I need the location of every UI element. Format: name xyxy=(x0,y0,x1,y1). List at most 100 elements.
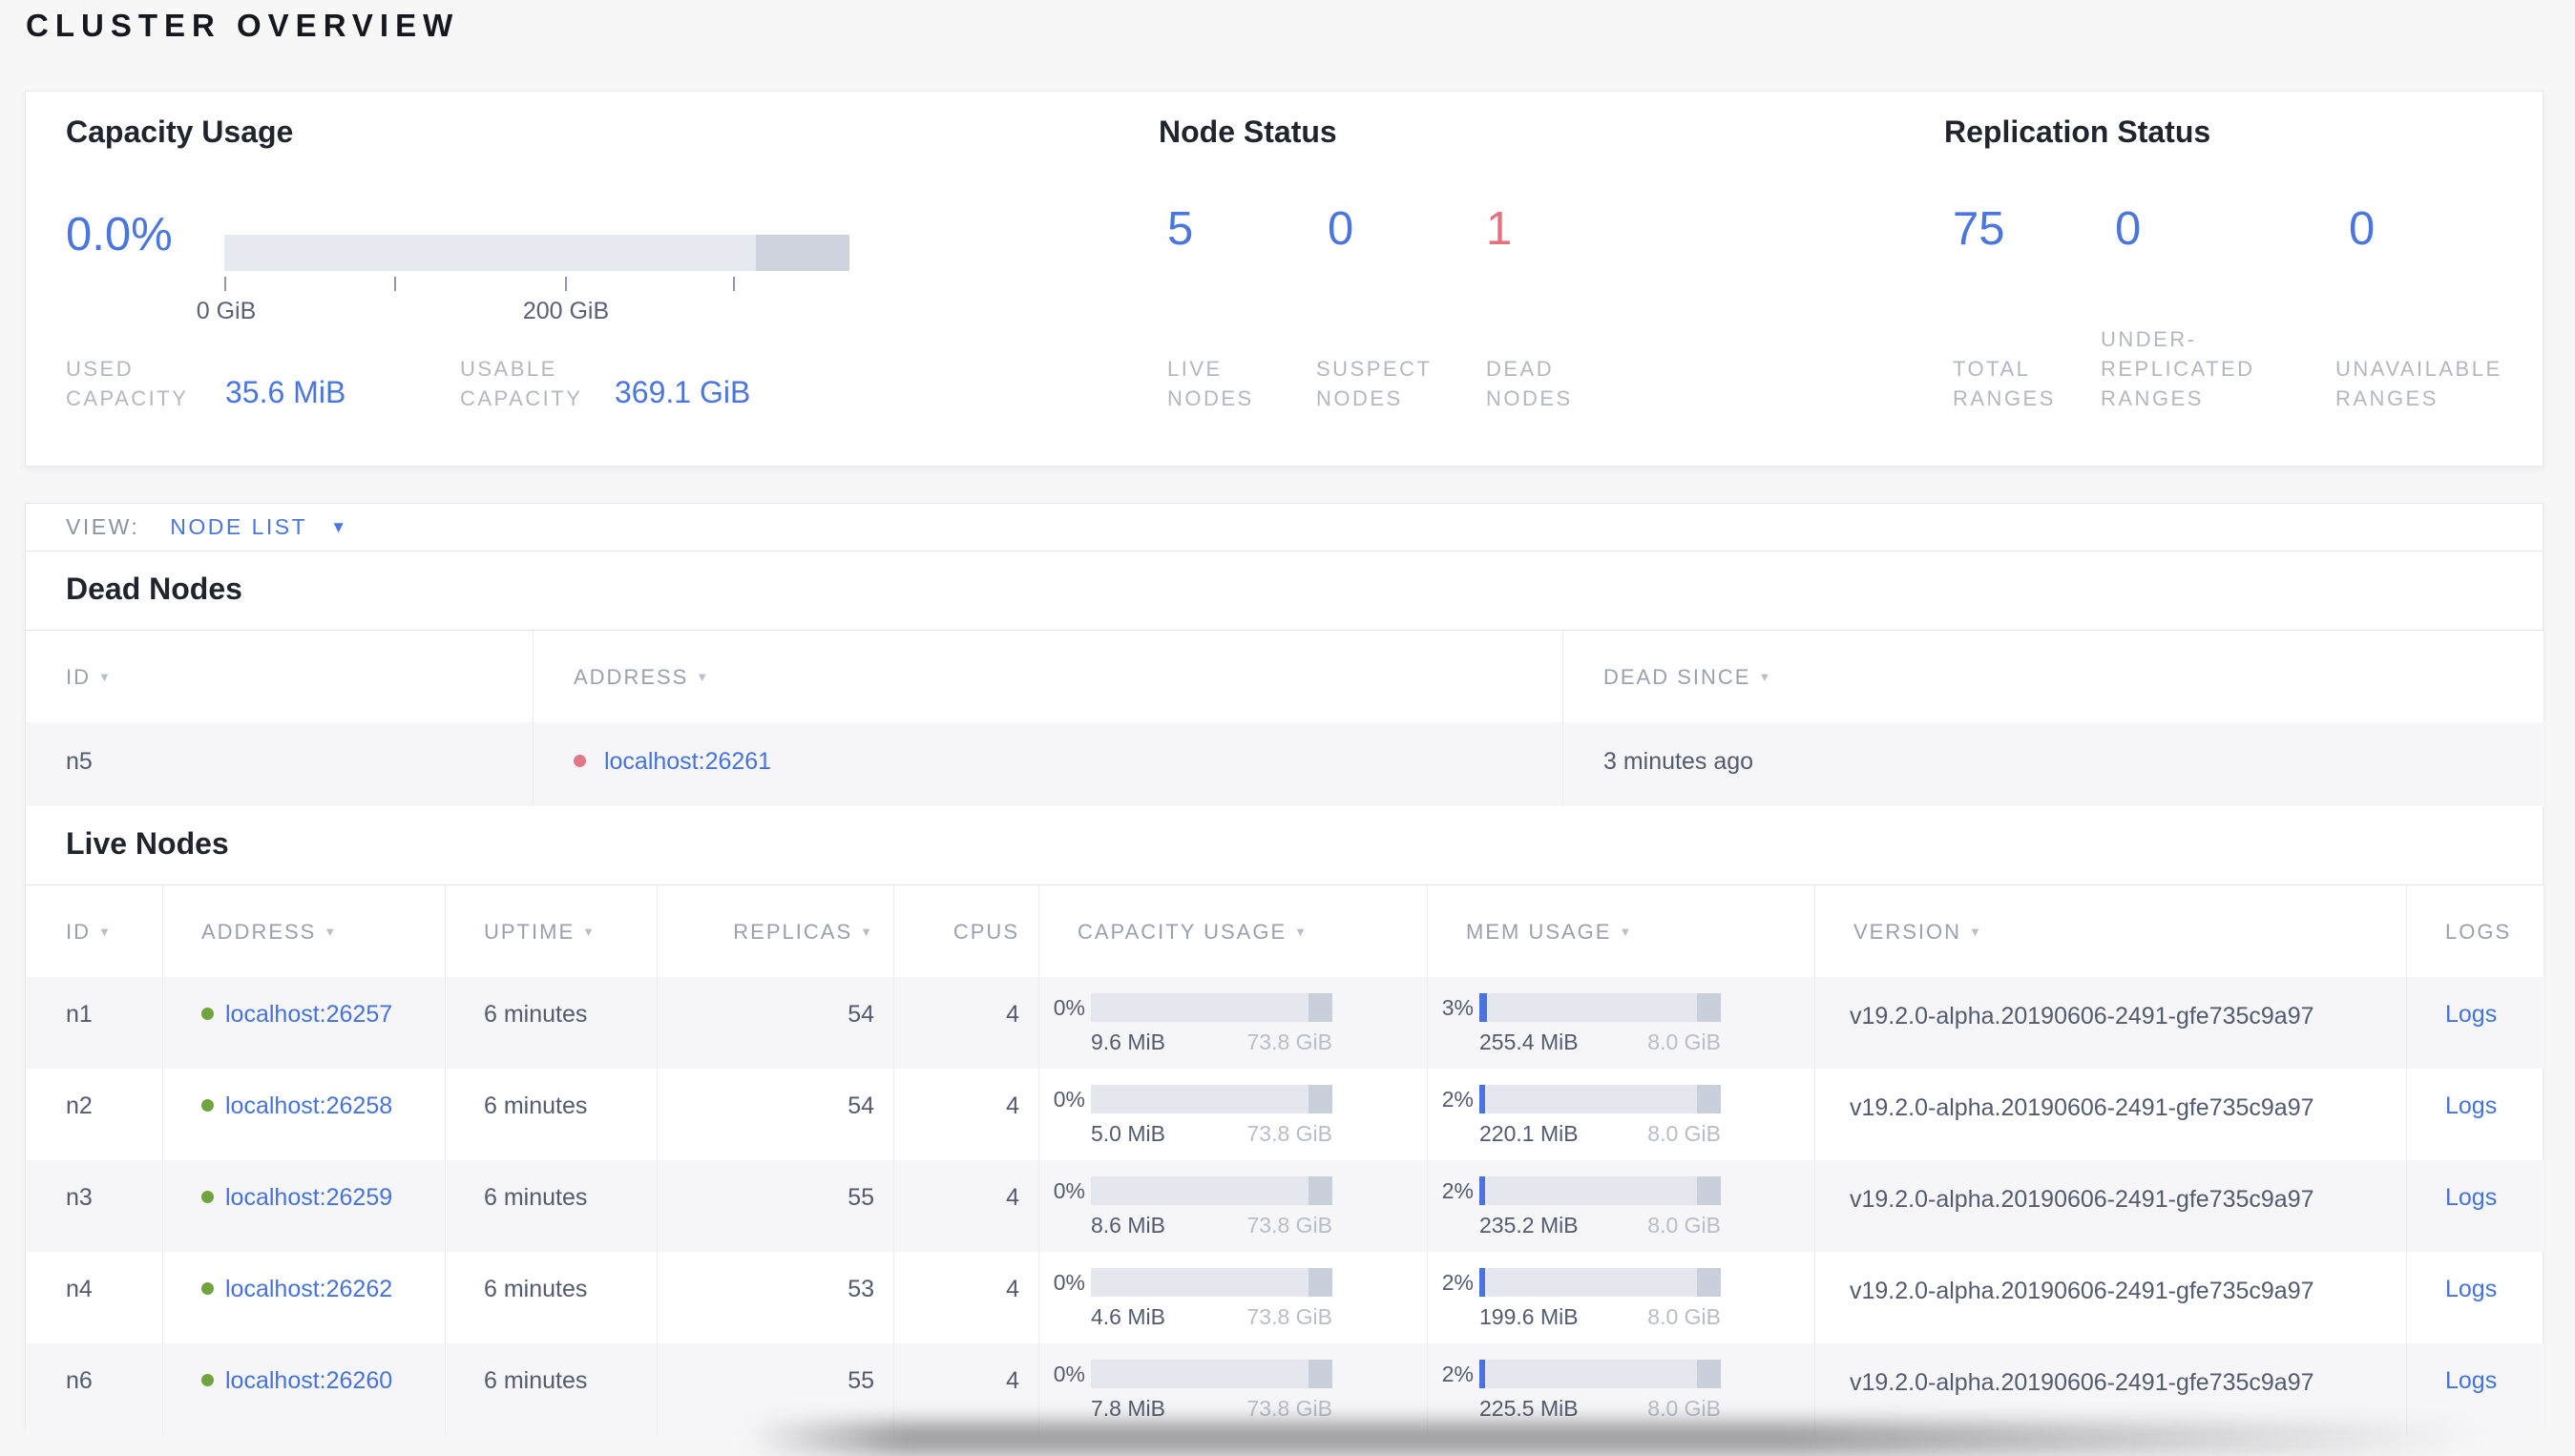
view-label: VIEW: xyxy=(66,514,140,539)
live-nodes-label: LIVE NODES xyxy=(1167,357,1254,410)
live-nodes-count: 5 xyxy=(1167,203,1194,255)
axis-tick xyxy=(394,277,396,291)
logs-link[interactable]: Logs xyxy=(2445,1276,2497,1302)
node-capacity-usage: 0% 9.6 MiB 73.8 GiB xyxy=(1039,977,1428,1069)
node-address-link[interactable]: localhost:26259 xyxy=(225,1184,392,1211)
node-id: n1 xyxy=(26,977,163,1069)
node-capacity-usage: 0% 8.6 MiB 73.8 GiB xyxy=(1039,1160,1428,1252)
chevron-down-icon[interactable]: ▼ xyxy=(330,518,348,537)
capacity-bar xyxy=(1091,1176,1332,1205)
dead-col-header-dead-since[interactable]: DEAD SINCE ▼ xyxy=(1563,631,2544,722)
live-nodes-heading: Live Nodes xyxy=(66,826,229,861)
sort-desc-icon: ▼ xyxy=(1969,925,1983,939)
node-uptime: 6 minutes xyxy=(446,1343,658,1435)
node-replicas: 53 xyxy=(658,1252,894,1343)
node-address-link[interactable]: localhost:26257 xyxy=(225,1001,392,1028)
node-logs: Logs xyxy=(2407,1160,2544,1252)
col-header-replicas[interactable]: REPLICAS ▼ xyxy=(658,885,894,977)
node-cpus: 4 xyxy=(894,1069,1039,1160)
node-uptime: 6 minutes xyxy=(446,1069,658,1160)
node-address: localhost:26262 xyxy=(163,1252,446,1343)
node-capacity-usage: 0% 4.6 MiB 73.8 GiB xyxy=(1039,1252,1428,1343)
under-replicated-ranges-count: 0 xyxy=(2115,203,2142,255)
node-capacity-usage: 0% 5.0 MiB 73.8 GiB xyxy=(1039,1069,1428,1160)
col-header-capacity-usage[interactable]: CAPACITY USAGE ▼ xyxy=(1039,885,1428,977)
view-selector-dropdown[interactable]: NODE LIST xyxy=(170,514,307,540)
mem-bar xyxy=(1479,1360,1721,1388)
node-mem-usage: 2% 199.6 MiB 8.0 GiB xyxy=(1428,1252,1815,1343)
capacity-bar xyxy=(1091,993,1332,1022)
node-address: localhost:26259 xyxy=(163,1160,446,1252)
dead-node-address-link[interactable]: localhost:26261 xyxy=(604,748,771,775)
page-title: CLUSTER OVERVIEW xyxy=(26,8,460,43)
node-logs: Logs xyxy=(2407,1069,2544,1160)
node-id: n2 xyxy=(26,1069,163,1160)
sort-desc-icon: ▼ xyxy=(324,925,339,939)
node-version: v19.2.0-alpha.20190606-2491-gfe735c9a97 xyxy=(1815,1252,2407,1343)
bottom-overflow-shadow xyxy=(746,1422,2483,1456)
col-header-version[interactable]: VERSION ▼ xyxy=(1815,885,2407,977)
mem-bar xyxy=(1479,1085,1721,1113)
node-replicas: 55 xyxy=(658,1160,894,1252)
node-mem-usage: 3% 255.4 MiB 8.0 GiB xyxy=(1428,977,1815,1069)
axis-tick xyxy=(565,277,567,291)
node-uptime: 6 minutes xyxy=(446,1252,658,1343)
node-cpus: 4 xyxy=(894,977,1039,1069)
node-address-link[interactable]: localhost:26258 xyxy=(225,1092,392,1119)
col-header-mem-usage[interactable]: MEM USAGE ▼ xyxy=(1428,885,1815,977)
node-id: n3 xyxy=(26,1160,163,1252)
dead-node-address: localhost:26261 xyxy=(534,722,1563,806)
capacity-usage-title: Capacity Usage xyxy=(66,114,294,149)
replication-status-title: Replication Status xyxy=(1944,114,2211,149)
node-list-card: VIEW: NODE LIST ▼ Dead Nodes ID ▼ ADDRESS… xyxy=(25,503,2544,1435)
col-header-id[interactable]: ID ▼ xyxy=(26,885,163,977)
sort-desc-icon: ▼ xyxy=(582,925,597,939)
dead-node-dead-since: 3 minutes ago xyxy=(1563,722,2544,806)
node-mem-usage: 2% 235.2 MiB 8.0 GiB xyxy=(1428,1160,1815,1252)
under-replicated-ranges-label: UNDER- REPLICATED RANGES xyxy=(2101,327,2255,410)
dead-col-header-address[interactable]: ADDRESS ▼ xyxy=(534,631,1563,722)
logs-link[interactable]: Logs xyxy=(2445,1184,2497,1211)
node-uptime: 6 minutes xyxy=(446,977,658,1069)
node-address-link[interactable]: localhost:26260 xyxy=(225,1367,392,1394)
col-header-cpus: CPUS xyxy=(894,885,1039,977)
total-ranges-label: TOTAL RANGES xyxy=(1953,357,2056,410)
node-id: n6 xyxy=(26,1343,163,1435)
live-status-dot xyxy=(201,1281,214,1295)
col-header-logs: LOGS xyxy=(2407,885,2544,977)
node-version: v19.2.0-alpha.20190606-2491-gfe735c9a97 xyxy=(1815,1069,2407,1160)
dead-nodes-count: 1 xyxy=(1486,203,1513,255)
logs-link[interactable]: Logs xyxy=(2445,1367,2497,1394)
live-status-dot xyxy=(201,1098,214,1112)
node-address: localhost:26258 xyxy=(163,1069,446,1160)
sort-desc-icon: ▼ xyxy=(860,925,874,939)
node-status-title: Node Status xyxy=(1159,114,1337,149)
sort-desc-icon: ▼ xyxy=(1758,670,1773,684)
capacity-usage-bar xyxy=(224,235,849,271)
logs-link[interactable]: Logs xyxy=(2445,1092,2497,1119)
live-status-dot xyxy=(201,1190,214,1203)
sort-desc-icon: ▼ xyxy=(1294,925,1308,939)
sort-desc-icon: ▼ xyxy=(98,670,113,684)
suspect-nodes-label: SUSPECT NODES xyxy=(1316,357,1433,410)
unavailable-ranges-count: 0 xyxy=(2349,203,2376,255)
node-replicas: 54 xyxy=(658,1069,894,1160)
node-address-link[interactable]: localhost:26262 xyxy=(225,1276,392,1302)
capacity-bar xyxy=(1091,1268,1332,1297)
col-header-address[interactable]: ADDRESS ▼ xyxy=(163,885,446,977)
mem-bar xyxy=(1479,1176,1721,1205)
usable-capacity-value: 369.1 GiB xyxy=(615,375,751,409)
capacity-bar-axis xyxy=(224,277,849,292)
node-logs: Logs xyxy=(2407,977,2544,1069)
used-capacity-value: 35.6 MiB xyxy=(225,375,346,409)
live-status-dot xyxy=(201,1007,214,1020)
sort-desc-icon: ▼ xyxy=(1619,925,1634,939)
dead-node-id: n5 xyxy=(26,722,534,806)
axis-tick-label: 0 GiB xyxy=(196,298,257,324)
capacity-bar-end-segment xyxy=(755,235,849,271)
col-header-uptime[interactable]: UPTIME ▼ xyxy=(446,885,658,977)
dead-col-header-id[interactable]: ID ▼ xyxy=(26,631,534,722)
axis-tick-label: 200 GiB xyxy=(522,298,610,324)
mem-bar xyxy=(1479,1268,1721,1297)
logs-link[interactable]: Logs xyxy=(2445,1001,2497,1028)
